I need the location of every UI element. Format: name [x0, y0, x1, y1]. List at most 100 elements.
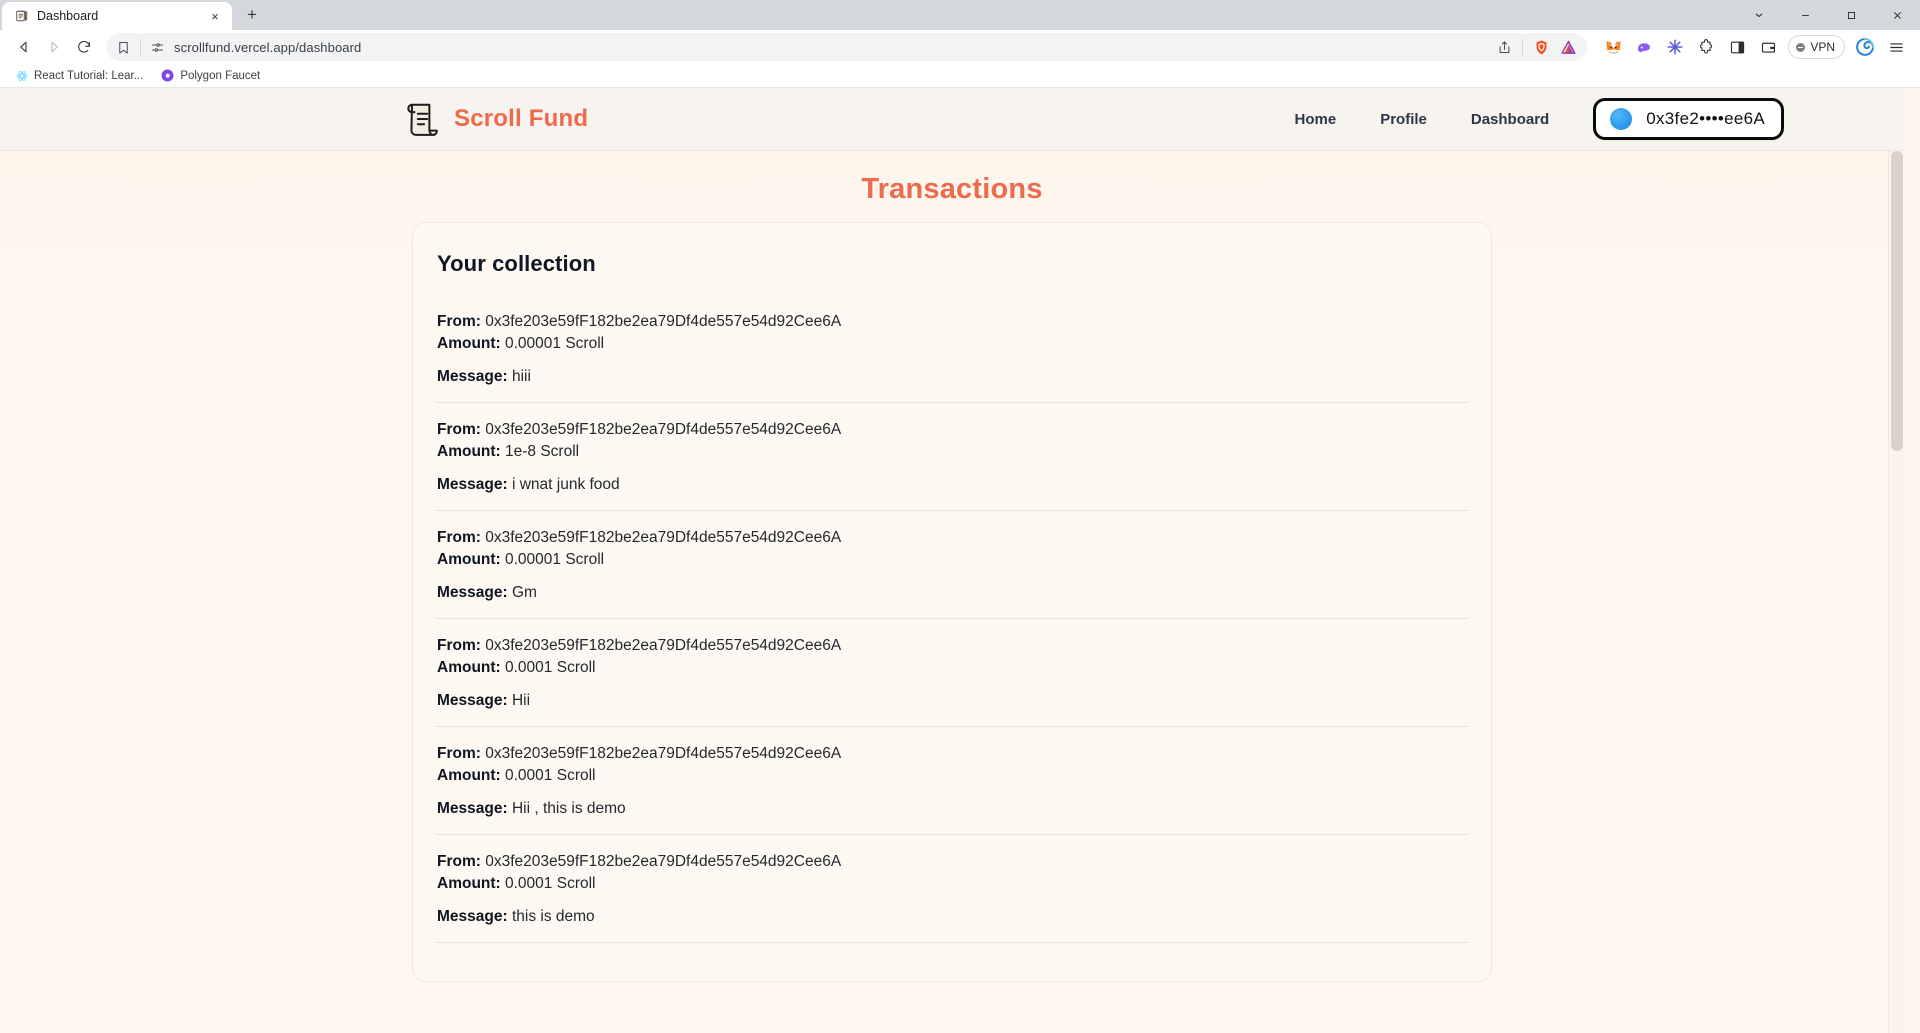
brave-shields-icon[interactable] [1533, 39, 1550, 56]
browser-window: Dashboard × + scrollfund.vercel.app/dash… [0, 0, 1920, 1033]
site-settings-icon[interactable] [150, 40, 165, 55]
avatar [1610, 108, 1633, 130]
transaction-amount: Amount: 0.00001 Scroll [437, 551, 605, 568]
extension-icons: VPN [1595, 33, 1910, 61]
transaction-from: From: 0x3fe203e59fF182be2ea79Df4de557e54… [437, 853, 842, 870]
address-bar[interactable]: scrollfund.vercel.app/dashboard [106, 33, 1588, 61]
message-label: Message: [437, 476, 508, 493]
vpn-label: VPN [1810, 40, 1835, 54]
url-text[interactable]: scrollfund.vercel.app/dashboard [174, 40, 1488, 55]
transaction-from: From: 0x3fe203e59fF182be2ea79Df4de557e54… [437, 313, 842, 330]
transaction-amount: Amount: 0.00001 Scroll [437, 335, 605, 352]
extension-blob-icon[interactable] [1630, 33, 1658, 61]
new-tab-button[interactable]: + [238, 1, 266, 29]
from-label: From: [437, 529, 481, 546]
share-icon[interactable] [1497, 40, 1512, 55]
bookmark-react-tutorial[interactable]: React Tutorial: Lear... [8, 67, 150, 84]
transaction-from: From: 0x3fe203e59fF182be2ea79Df4de557e54… [437, 745, 842, 762]
page-viewport: Scroll Fund Home Profile Dashboard 0x3fe… [0, 88, 1920, 1033]
scroll-logo-icon [404, 100, 440, 138]
transaction-amount: Amount: 0.0001 Scroll [437, 659, 596, 676]
transaction-amount: Amount: 1e-8 Scroll [437, 443, 580, 460]
transaction-amount: Amount: 0.0001 Scroll [437, 875, 596, 892]
transaction-row: From: 0x3fe203e59fF182be2ea79Df4de557e54… [435, 619, 1469, 727]
scrollbar-thumb[interactable] [1891, 151, 1903, 451]
wallet-address-button[interactable]: 0x3fe2••••ee6A [1593, 98, 1784, 140]
transaction-from: From: 0x3fe203e59fF182be2ea79Df4de557e54… [437, 637, 842, 654]
nav-item-home[interactable]: Home [1295, 111, 1337, 128]
extension-star-icon[interactable] [1661, 33, 1689, 61]
amount-label: Amount: [437, 335, 501, 352]
tab-strip: Dashboard × + [0, 0, 1920, 30]
from-label: From: [437, 313, 481, 330]
page-scrollbar[interactable] [1888, 151, 1904, 1033]
message-label: Message: [437, 800, 508, 817]
reload-arrow-icon[interactable] [70, 33, 98, 61]
sidebar-icon[interactable] [1723, 33, 1751, 61]
message-label: Message: [437, 692, 508, 709]
polygon-icon [161, 69, 174, 82]
browser-toolbar: scrollfund.vercel.app/dashboard VPN [0, 30, 1920, 64]
leo-ai-icon[interactable] [1851, 33, 1879, 61]
bookmark-label: React Tutorial: Lear... [34, 69, 144, 82]
message-label: Message: [437, 368, 508, 385]
wallet-address-label: 0x3fe2••••ee6A [1646, 109, 1765, 128]
tab-title: Dashboard [37, 9, 99, 23]
metamask-icon[interactable] [1599, 33, 1627, 61]
nav-item-profile[interactable]: Profile [1380, 111, 1427, 128]
transaction-message: Message: Gm [437, 584, 537, 601]
from-label: From: [437, 421, 481, 438]
transaction-message: Message: this is demo [437, 908, 595, 925]
vpn-button[interactable]: VPN [1788, 35, 1845, 59]
message-label: Message: [437, 584, 508, 601]
maximize-button[interactable] [1828, 0, 1874, 30]
minimize-button[interactable] [1782, 0, 1828, 30]
amount-label: Amount: [437, 551, 501, 568]
from-label: From: [437, 745, 481, 762]
bookmark-polygon-faucet[interactable]: Polygon Faucet [154, 67, 267, 84]
transaction-message: Message: i wnat junk food [437, 476, 620, 493]
brand-logo-link[interactable]: Scroll Fund [404, 100, 588, 138]
nav-item-dashboard[interactable]: Dashboard [1471, 111, 1549, 128]
window-controls [1736, 0, 1920, 30]
amount-label: Amount: [437, 443, 501, 460]
site-nav: Home Profile Dashboard 0x3fe2••••ee6A [1295, 98, 1845, 140]
brave-rewards-icon[interactable] [1560, 39, 1577, 56]
transaction-amount: Amount: 0.0001 Scroll [437, 767, 596, 784]
vpn-status-icon [1796, 42, 1806, 52]
scroll-icon [14, 9, 29, 24]
transaction-row: From: 0x3fe203e59fF182be2ea79Df4de557e54… [435, 403, 1469, 511]
transaction-row: From: 0x3fe203e59fF182be2ea79Df4de557e54… [435, 511, 1469, 619]
message-label: Message: [437, 908, 508, 925]
site-header: Scroll Fund Home Profile Dashboard 0x3fe… [0, 88, 1904, 151]
react-icon [15, 69, 28, 82]
wallet-icon[interactable] [1754, 33, 1782, 61]
amount-label: Amount: [437, 767, 501, 784]
transaction-from: From: 0x3fe203e59fF182be2ea79Df4de557e54… [437, 529, 842, 546]
bookmark-label: Polygon Faucet [180, 69, 261, 82]
page-title: Transactions [861, 173, 1043, 205]
transaction-row: From: 0x3fe203e59fF182be2ea79Df4de557e54… [435, 727, 1469, 835]
transaction-message: Message: Hii [437, 692, 531, 709]
transaction-message: Message: Hii , this is demo [437, 800, 626, 817]
divider [140, 38, 141, 56]
from-label: From: [437, 853, 481, 870]
puzzle-extensions-icon[interactable] [1692, 33, 1720, 61]
browser-menu-icon[interactable] [1882, 33, 1910, 61]
bookmarks-bar: React Tutorial: Lear... Polygon Faucet [0, 64, 1920, 88]
amount-label: Amount: [437, 659, 501, 676]
close-icon[interactable]: × [206, 7, 224, 25]
transaction-from: From: 0x3fe203e59fF182be2ea79Df4de557e54… [437, 421, 842, 438]
expand-vertical-button[interactable] [1736, 0, 1782, 30]
brand-name: Scroll Fund [454, 105, 589, 132]
bookmark-icon[interactable] [116, 40, 131, 55]
web-page: Scroll Fund Home Profile Dashboard 0x3fe… [0, 88, 1904, 1033]
forward-arrow-icon [40, 33, 68, 61]
browser-tab[interactable]: Dashboard × [2, 2, 232, 30]
transaction-list: From: 0x3fe203e59fF182be2ea79Df4de557e54… [435, 283, 1469, 943]
transaction-message: Message: hiii [437, 368, 531, 385]
amount-label: Amount: [437, 875, 501, 892]
back-arrow-icon[interactable] [10, 33, 38, 61]
content-area: Transactions Your collection From: 0x3fe… [0, 151, 1904, 1033]
close-window-button[interactable] [1874, 0, 1920, 30]
